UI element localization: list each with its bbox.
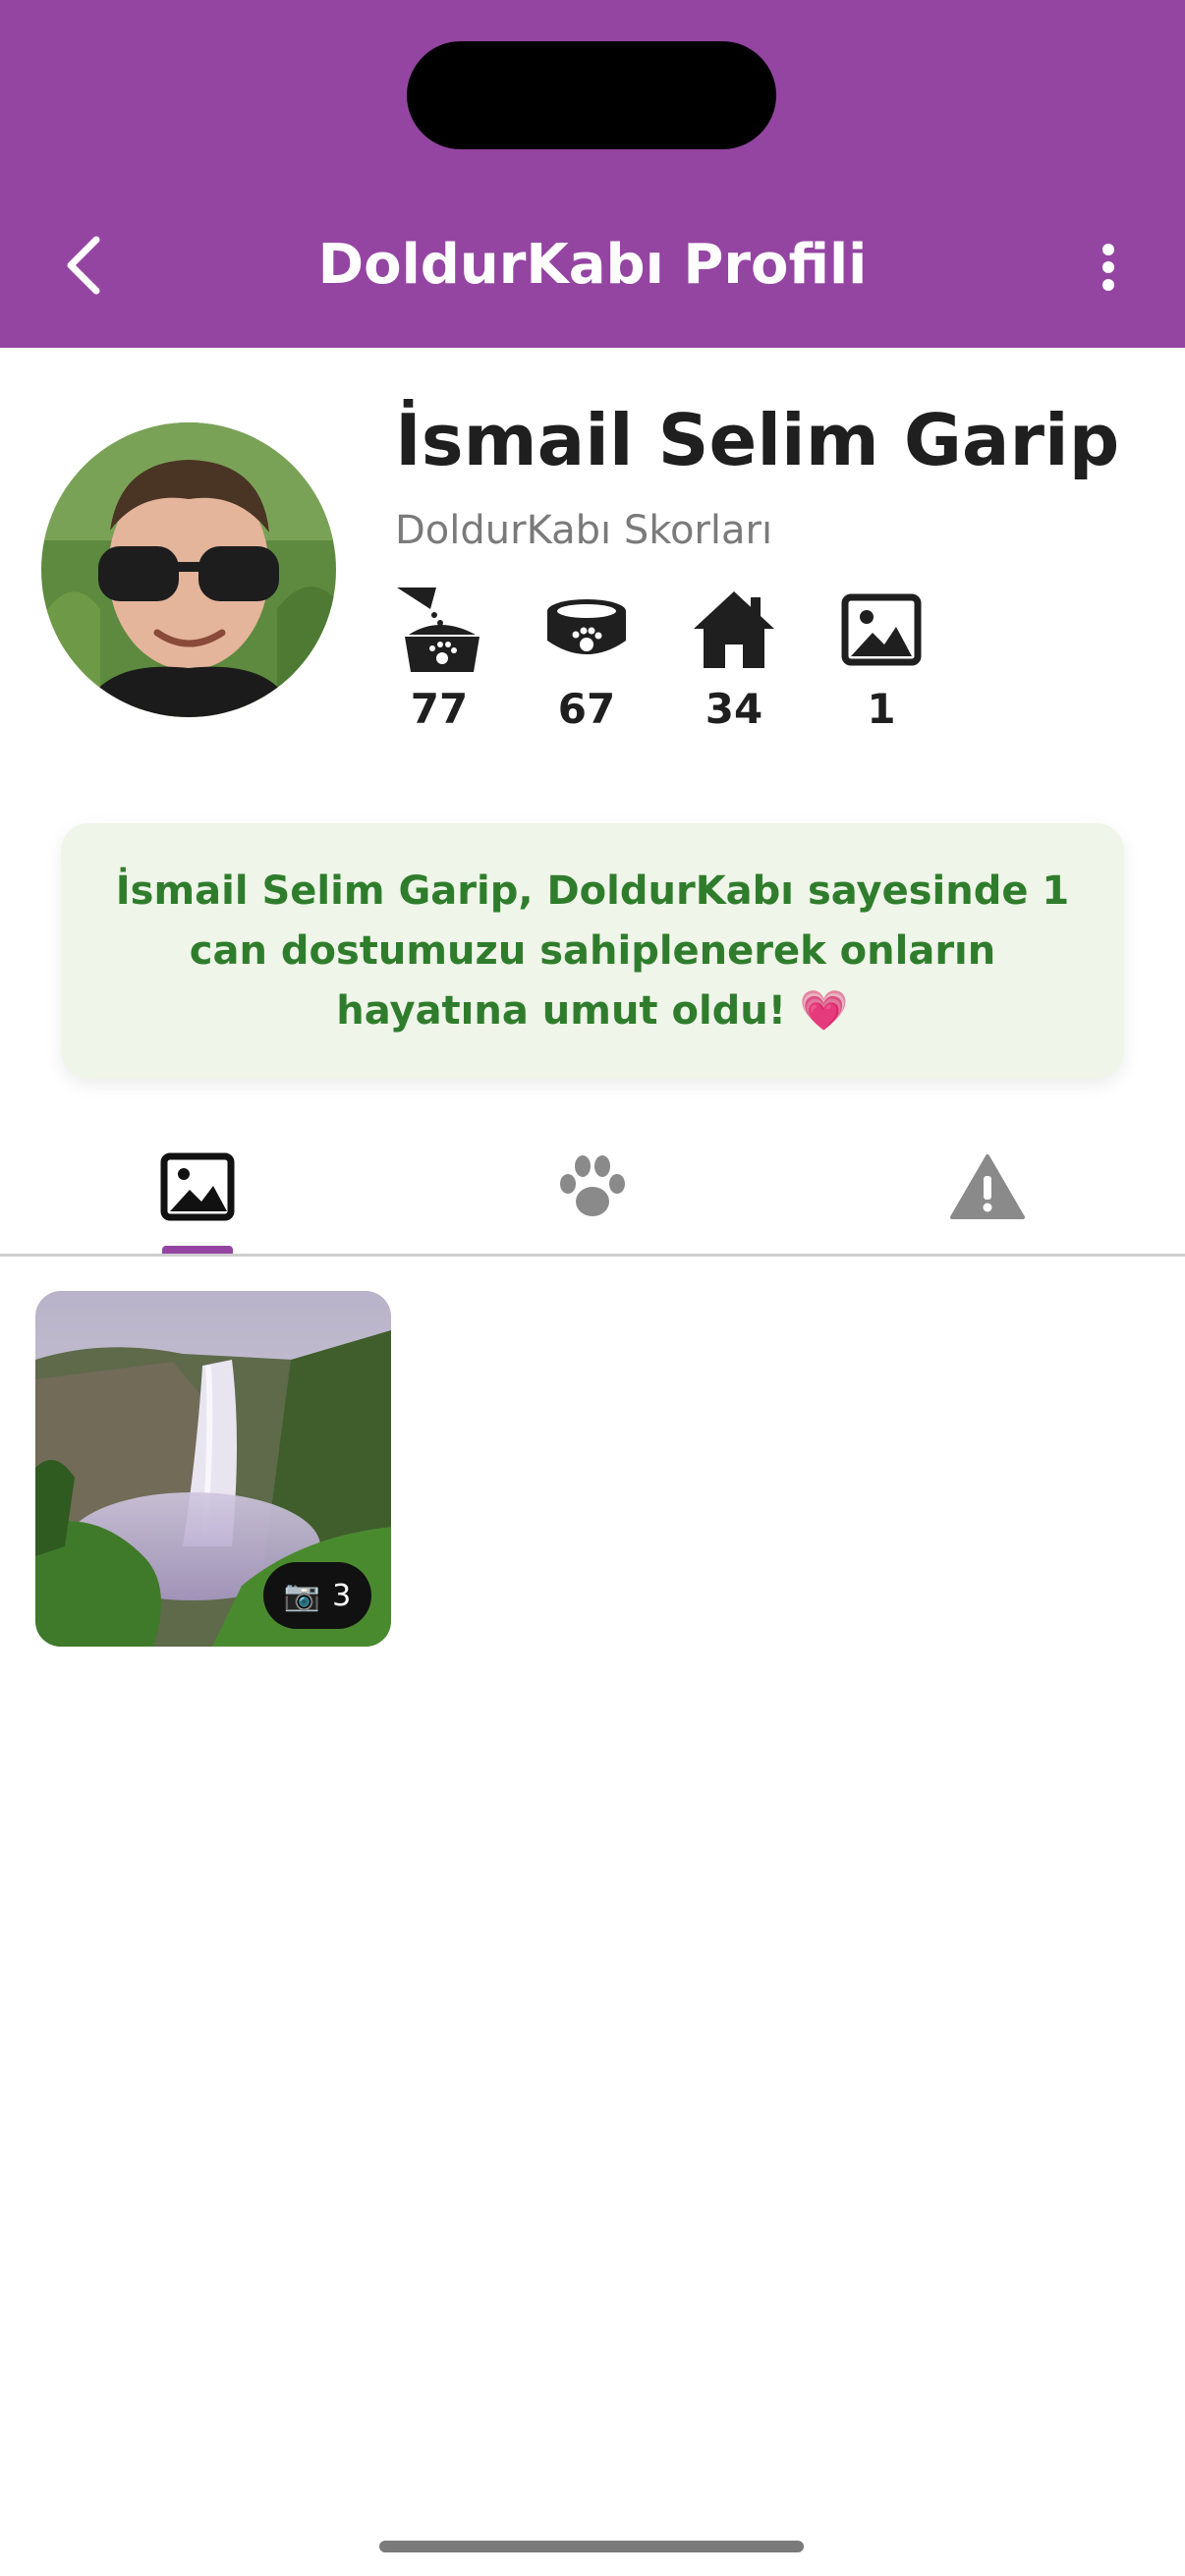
tab-photos[interactable] bbox=[0, 1120, 395, 1254]
stat-bowls-filled: 67 bbox=[528, 586, 646, 739]
photo-count: 3 bbox=[332, 1578, 352, 1613]
photo-count-badge: 📷 3 bbox=[263, 1562, 371, 1629]
tab-pets[interactable] bbox=[395, 1120, 790, 1254]
camera-notch bbox=[407, 41, 776, 149]
home-indicator[interactable] bbox=[379, 2541, 804, 2552]
paw-icon bbox=[560, 1155, 625, 1216]
profile-tabs bbox=[0, 1120, 1185, 1257]
warning-icon bbox=[950, 1154, 1025, 1219]
page-title: DoldurKabı Profili bbox=[317, 233, 868, 297]
scores-subtitle: DoldurKabı Skorları bbox=[395, 508, 773, 553]
stat-homes: 34 bbox=[675, 586, 793, 739]
image-icon bbox=[841, 593, 922, 666]
food-pour-bowl-icon bbox=[397, 588, 480, 672]
stat-value: 77 bbox=[410, 685, 469, 733]
adoption-message: İsmail Selim Garip, DoldurKabı sayesinde… bbox=[115, 868, 1070, 1034]
image-icon bbox=[160, 1152, 235, 1221]
tab-reports[interactable] bbox=[790, 1120, 1185, 1254]
avatar[interactable] bbox=[41, 422, 336, 717]
stat-value: 1 bbox=[867, 685, 896, 733]
app-bar: DoldurKabı Profili bbox=[0, 0, 1185, 348]
stat-food-poured: 77 bbox=[380, 586, 498, 739]
stat-value: 67 bbox=[557, 685, 616, 733]
more-vertical-icon bbox=[1102, 244, 1114, 291]
camera-icon: 📷 bbox=[283, 1578, 321, 1613]
more-menu-button[interactable] bbox=[1089, 236, 1128, 299]
avatar-photo bbox=[41, 422, 336, 717]
profile-name: İsmail Selim Garip bbox=[395, 399, 1120, 481]
selected-tab-indicator bbox=[162, 1246, 233, 1254]
gallery-item[interactable]: 📷 3 bbox=[35, 1291, 391, 1647]
stat-value: 34 bbox=[705, 685, 763, 733]
home-icon bbox=[694, 591, 774, 668]
pet-bowl-icon bbox=[547, 599, 626, 654]
adoption-banner: İsmail Selim Garip, DoldurKabı sayesinde… bbox=[61, 823, 1124, 1079]
stat-posts: 1 bbox=[822, 586, 940, 739]
